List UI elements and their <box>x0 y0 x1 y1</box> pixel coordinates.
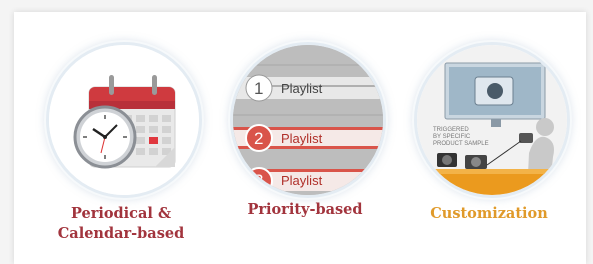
feature-customization[interactable]: TRIGGERED BY SPECIFIC PRODUCT SAMPLE Cus… <box>394 12 584 264</box>
feature-label: Priority-based <box>210 201 400 220</box>
trigger-sign-line1: TRIGGERED <box>433 127 469 133</box>
trigger-sign-line3: PRODUCT SAMPLE <box>433 141 489 147</box>
playlist-priority-icon: 1 Playlist 2 Playlist 3 Playlist <box>230 42 386 198</box>
playlist-1-number: 1 <box>254 79 264 98</box>
feature-label: Customization <box>394 204 584 224</box>
feature-label-line2: Calendar-based <box>57 225 185 242</box>
trigger-sign-line2: BY SPECIFIC <box>433 134 471 140</box>
feature-label: Periodical & Calendar-based <box>26 204 216 244</box>
feature-priority[interactable]: 1 Playlist 2 Playlist 3 Playlist Priorit… <box>210 12 400 264</box>
feature-label-line1: Priority-based <box>247 201 363 218</box>
playlist-3-label: Playlist <box>281 173 323 188</box>
calendar-clock-icon <box>46 42 202 198</box>
feature-label-line1: Customization <box>430 205 548 222</box>
playlist-2-number: 2 <box>254 129 264 148</box>
features-panel: Periodical & Calendar-based 1 Playlist 2… <box>14 12 586 264</box>
playlist-1-label: Playlist <box>281 81 323 96</box>
trigger-sign: TRIGGERED BY SPECIFIC PRODUCT SAMPLE <box>433 127 489 148</box>
playlist-3-number: 3 <box>254 171 264 190</box>
feature-label-line1: Periodical & <box>70 205 172 222</box>
customization-scene-icon: TRIGGERED BY SPECIFIC PRODUCT SAMPLE <box>414 42 570 198</box>
playlist-2-label: Playlist <box>281 131 323 146</box>
feature-periodical[interactable]: Periodical & Calendar-based <box>26 12 216 264</box>
